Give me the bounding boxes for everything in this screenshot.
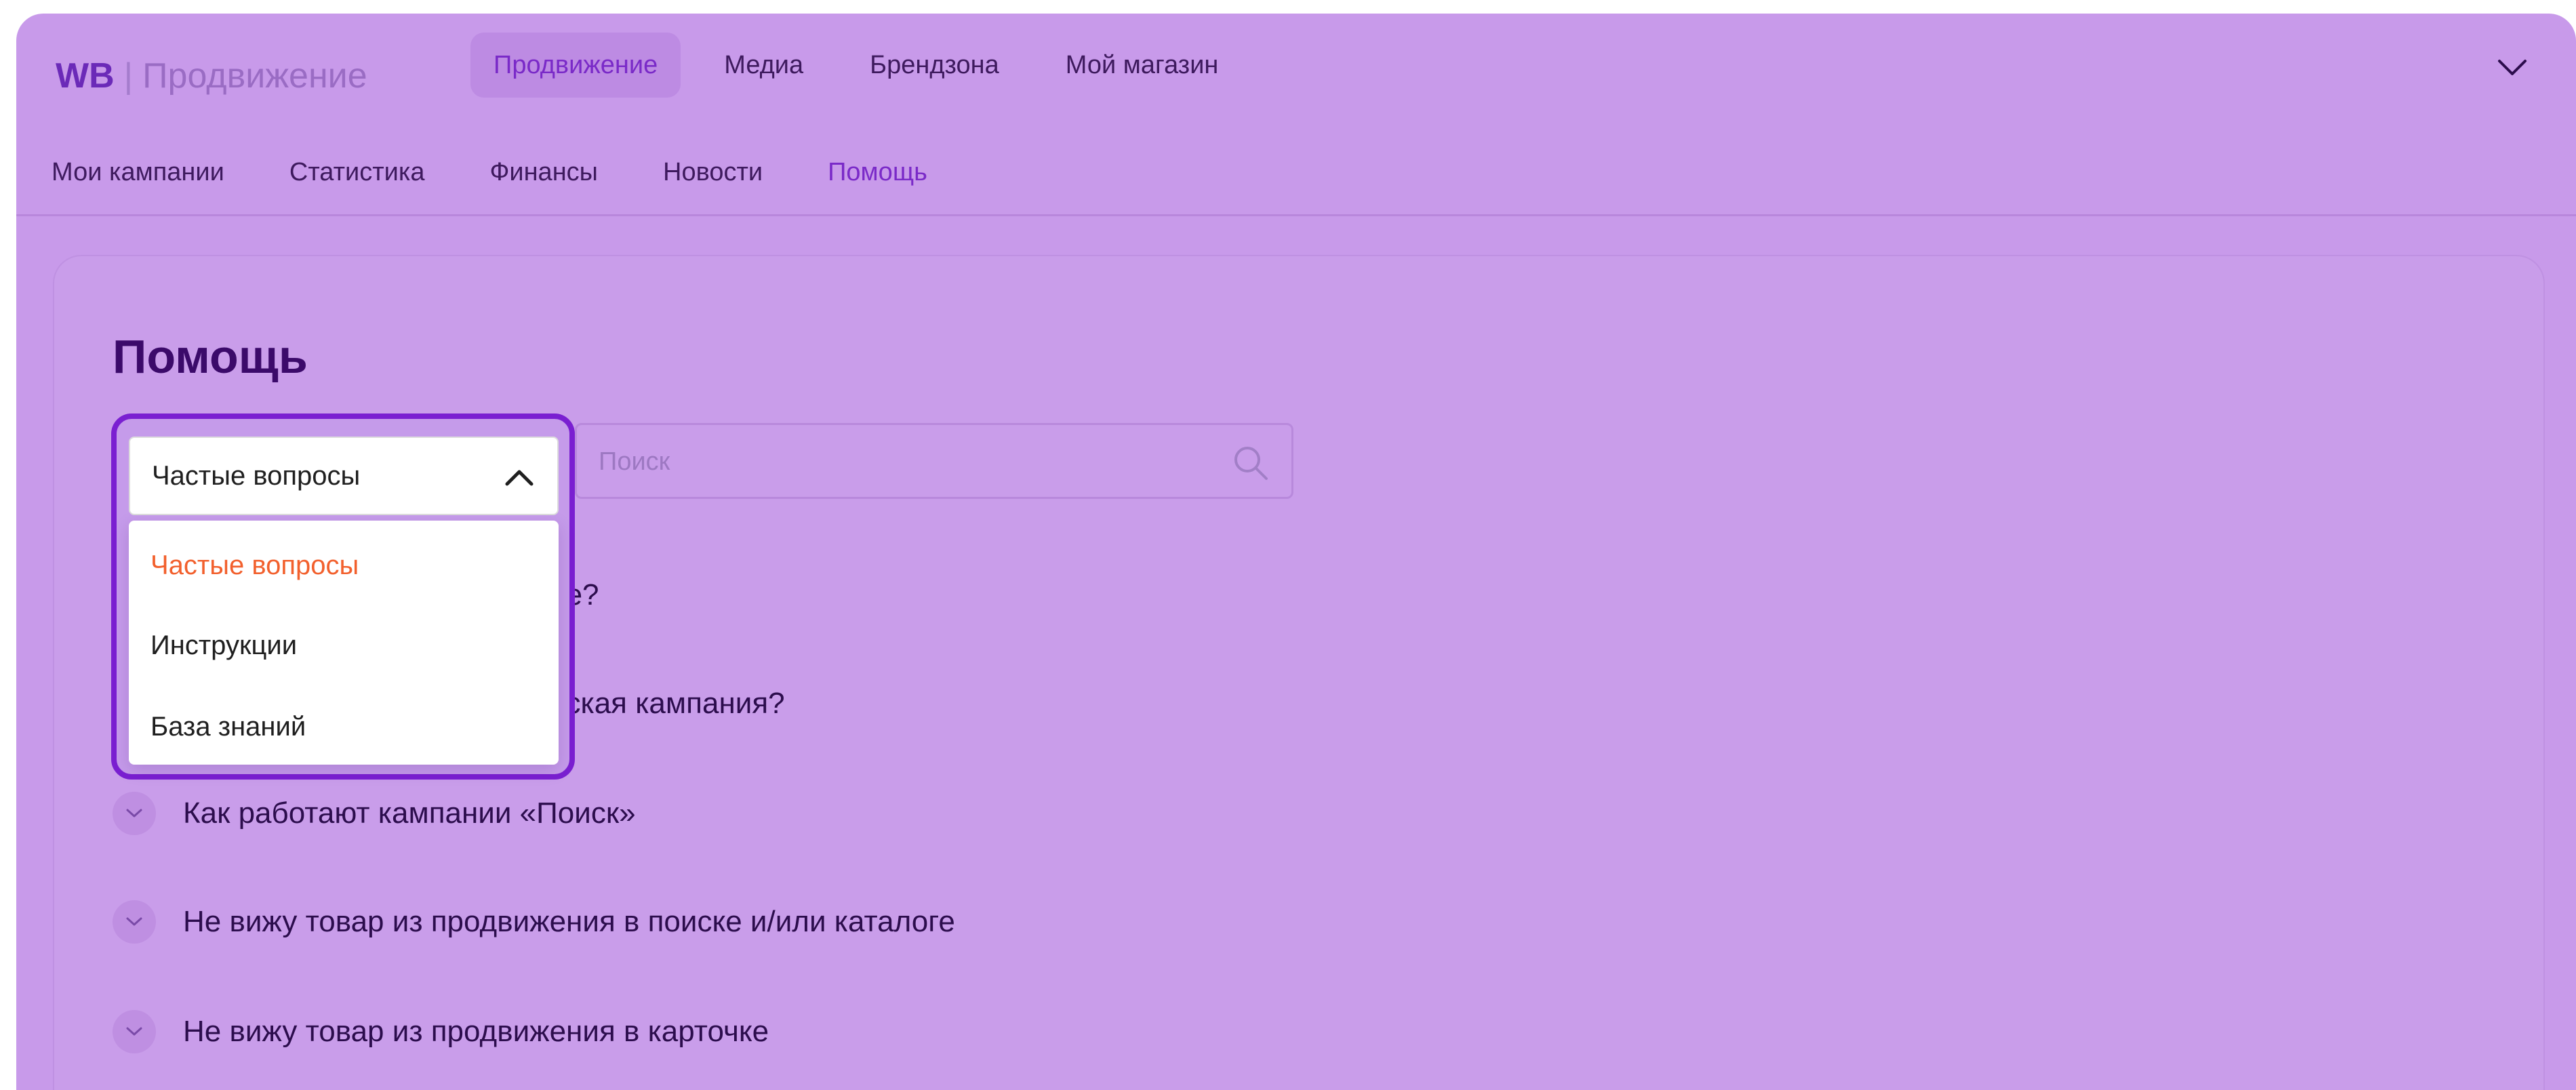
menu-option-faq[interactable]: Частые вопросы	[150, 550, 359, 581]
sub-nav-item-finance[interactable]: Финансы	[489, 158, 598, 187]
category-select[interactable]: Частые вопросы	[129, 437, 559, 515]
sub-nav-item-campaigns[interactable]: Мои кампании	[52, 158, 224, 187]
header-collapse-button[interactable]	[2488, 43, 2537, 92]
sub-nav-item-news[interactable]: Новости	[663, 158, 763, 187]
top-nav-item-promotion[interactable]: Продвижение	[470, 33, 681, 98]
brand-separator: |	[123, 56, 134, 96]
search-icon[interactable]	[1230, 443, 1271, 483]
faq-question: Как работают кампании «Поиск»	[183, 796, 636, 830]
header: WB | Продвижение Продвижение Медиа Бренд…	[16, 14, 2576, 216]
sub-nav-item-help[interactable]: Помощь	[828, 158, 927, 187]
faq-question: еская кампания?	[549, 687, 785, 720]
faq-item[interactable]: Как работают кампании «Поиск»	[113, 786, 636, 841]
chevron-down-icon	[113, 900, 156, 944]
category-options-menu: Частые вопросы Инструкции База знаний	[129, 521, 559, 765]
faq-item[interactable]: Не вижу товар из продвижения в карточке	[113, 1005, 769, 1059]
menu-option-knowledge-base[interactable]: База знаний	[150, 712, 306, 742]
chevron-down-icon	[2498, 60, 2527, 75]
brand-logo[interactable]: WB | Продвижение	[56, 49, 367, 103]
brand-name: Продвижение	[142, 56, 367, 96]
top-nav-item-media[interactable]: Медиа	[701, 33, 826, 98]
category-select-value: Частые вопросы	[152, 461, 361, 491]
page-title: Помощь	[113, 330, 308, 383]
top-nav: Продвижение Медиа Брендзона Мой магазин	[470, 33, 1262, 98]
sub-nav-item-statistics[interactable]: Статистика	[289, 158, 425, 187]
sub-nav: Мои кампании Статистика Финансы Новости …	[52, 152, 992, 193]
faq-question: Не вижу товар из продвижения в карточке	[183, 1015, 769, 1048]
faq-item[interactable]: Не вижу товар из продвижения в поиске и/…	[113, 895, 955, 949]
chevron-down-icon	[113, 792, 156, 835]
chevron-down-icon	[113, 1010, 156, 1053]
app-window: WB | Продвижение Продвижение Медиа Бренд…	[16, 14, 2576, 1090]
brand-mark: WB	[56, 56, 115, 96]
faq-question: Не вижу товар из продвижения в поиске и/…	[183, 905, 955, 938]
top-nav-item-brandzone[interactable]: Брендзона	[847, 33, 1022, 98]
search-field[interactable]	[575, 423, 1293, 499]
menu-option-instructions[interactable]: Инструкции	[150, 630, 297, 661]
chevron-up-icon[interactable]	[500, 458, 538, 496]
top-nav-item-my-shop[interactable]: Мой магазин	[1043, 33, 1242, 98]
search-input[interactable]	[597, 439, 1196, 485]
